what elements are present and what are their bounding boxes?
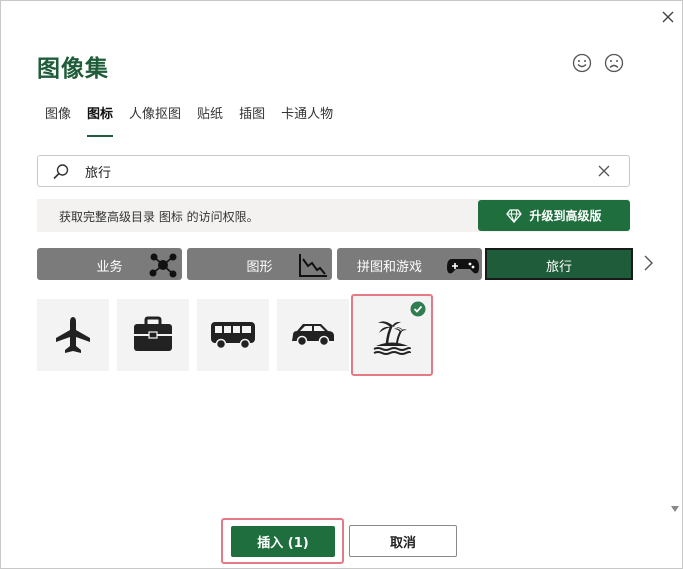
frown-button[interactable]	[603, 52, 625, 74]
close-button[interactable]	[656, 5, 680, 29]
insert-button[interactable]: 插入 (1)	[231, 526, 335, 557]
smiley-icon	[572, 53, 592, 73]
scroll-down-icon	[671, 506, 679, 512]
chevron-right-icon	[644, 255, 653, 271]
briefcase-icon	[134, 316, 172, 351]
upgrade-label: 升级到高级版	[529, 209, 602, 223]
tile-inner	[356, 299, 428, 371]
bus-icon	[211, 322, 255, 350]
dialog-title: 图像集	[37, 56, 109, 82]
clear-icon	[598, 165, 610, 177]
image-collection-dialog: 图像集 图像 图标 人像抠图 贴纸 插图 卡通人物 获取完整高级目录 图标 的访…	[0, 0, 683, 569]
result-tile-briefcase[interactable]	[117, 299, 189, 371]
scroll-down-button[interactable]	[670, 498, 680, 517]
smiley-button[interactable]	[571, 52, 593, 74]
selected-check-icon	[410, 301, 426, 321]
category-puzzles-games[interactable]: 拼图和游戏	[337, 248, 482, 280]
next-categories-button[interactable]	[641, 253, 655, 277]
network-icon	[146, 251, 180, 283]
category-business[interactable]: 业务	[37, 248, 182, 280]
result-tile-island[interactable]	[351, 294, 433, 376]
island-icon	[373, 321, 411, 355]
car-icon	[292, 324, 334, 347]
result-tile-airplane[interactable]	[37, 299, 109, 371]
insert-focus-outline: 插入 (1)	[221, 518, 344, 564]
category-travel[interactable]: 旅行	[485, 248, 633, 280]
search-icon	[52, 163, 70, 185]
category-shapes[interactable]: 图形	[187, 248, 332, 280]
close-icon	[662, 11, 674, 23]
frown-icon	[604, 53, 624, 73]
gamepad-icon	[446, 251, 480, 283]
tab-images[interactable]: 图像	[37, 105, 79, 135]
category-label: 旅行	[545, 260, 572, 275]
upgrade-button[interactable]: 升级到高级版	[478, 200, 630, 231]
tab-cutout-people[interactable]: 人像抠图	[121, 105, 189, 135]
tab-bar: 图像 图标 人像抠图 贴纸 插图 卡通人物	[37, 105, 341, 137]
result-tile-bus[interactable]	[197, 299, 269, 371]
search-box	[37, 155, 630, 187]
premium-banner: 获取完整高级目录 图标 的访问权限。 升级到高级版	[37, 199, 630, 232]
search-input[interactable]	[85, 161, 585, 181]
tab-stickers[interactable]: 贴纸	[189, 105, 231, 135]
cancel-button[interactable]: 取消	[349, 525, 457, 557]
tab-illustrations[interactable]: 插图	[231, 105, 273, 135]
result-tile-car[interactable]	[277, 299, 349, 371]
airplane-icon	[56, 317, 90, 353]
category-label: 拼图和游戏	[356, 260, 422, 275]
diamond-icon	[506, 208, 523, 223]
clear-search-button[interactable]	[596, 163, 612, 183]
tab-cartoon-people[interactable]: 卡通人物	[273, 105, 341, 135]
premium-message: 获取完整高级目录 图标 的访问权限。	[59, 210, 259, 224]
tab-icons[interactable]: 图标	[79, 105, 121, 137]
